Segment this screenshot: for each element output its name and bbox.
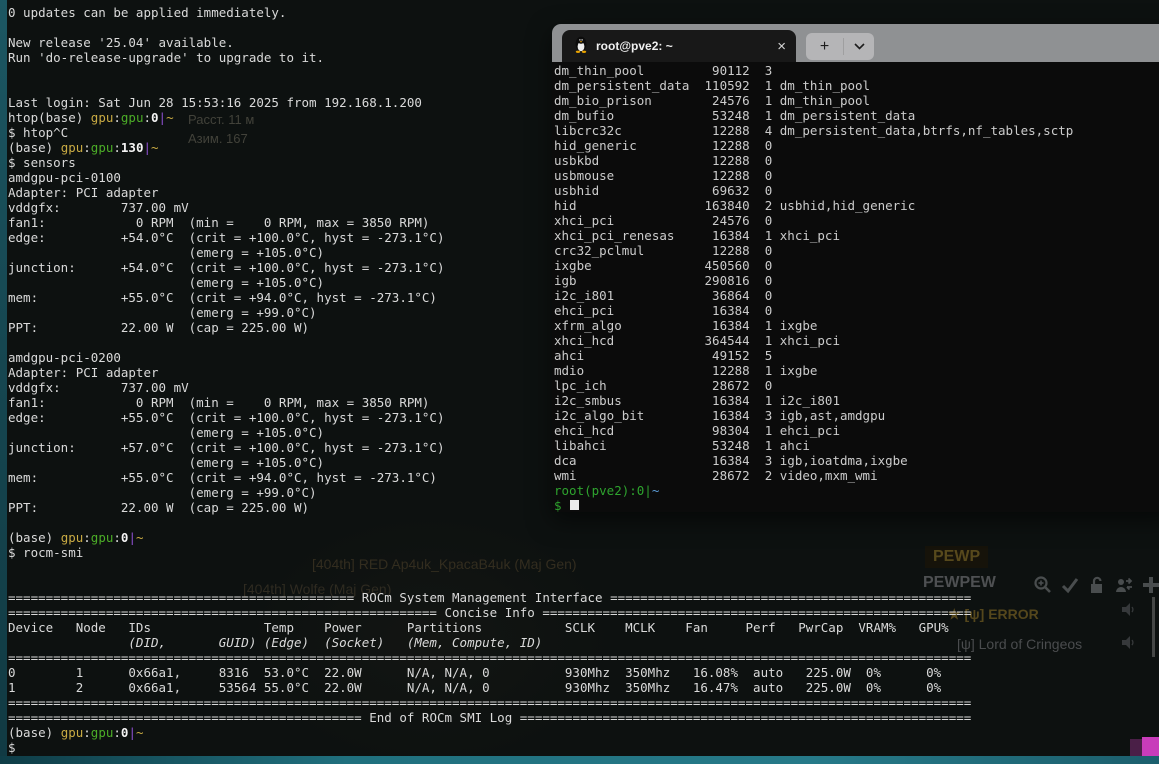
terminal-output-line: dm_bufio 53248 1 dm_persistent_data <box>554 108 916 123</box>
main-terminal-line: (base) gpu:gpu:0|~ <box>8 725 144 740</box>
screen: Расст. 11 м Азим. 167 [404th] RED Ap4uk_Kp… <box>0 0 1159 764</box>
close-icon[interactable]: × <box>777 39 786 54</box>
terminal-output-line: usbmouse 12288 0 <box>554 168 773 183</box>
terminal-output[interactable]: dm_thin_pool 90112 3 dm_persistent_data 1… <box>552 62 1159 513</box>
terminal-output-line: xhci_pci_renesas 16384 1 xhci_pci <box>554 228 840 243</box>
main-terminal-line: $ rocm-smi <box>8 545 84 560</box>
background-patch-dark <box>1130 739 1142 757</box>
main-terminal-line: 1 2 0x66a1, 53564 55.0°C 22.0W N/A, N/A,… <box>8 680 942 695</box>
terminal-output-line: $ <box>554 498 1159 513</box>
terminal-output-line: dca 16384 3 igb,ioatdma,ixgbe <box>554 453 908 468</box>
main-terminal-line: ========================================… <box>8 605 972 620</box>
terminal-output-line: hid 163840 2 usbhid,hid_generic <box>554 198 916 213</box>
new-tab-button[interactable]: + <box>806 38 843 55</box>
terminal-output-line: libcrc32c 12288 4 dm_persistent_data,btr… <box>554 123 1074 138</box>
terminal-output-line: igb 290816 0 <box>554 273 773 288</box>
main-terminal-line: ========================================… <box>8 695 972 710</box>
terminal-output-line: ehci_hcd 98304 1 ehci_pci <box>554 423 840 438</box>
main-terminal-line: ========================================… <box>8 650 972 665</box>
main-terminal-line: Device Node IDs Temp Power Partitions SC… <box>8 620 949 635</box>
tab-title: root@pve2: ~ <box>596 39 673 53</box>
main-terminal-line <box>8 560 1158 575</box>
terminal-output-line: usbhid 69632 0 <box>554 183 773 198</box>
terminal-output-line: xhci_hcd 364544 1 xhci_pci <box>554 333 840 348</box>
tab-dropdown-button[interactable] <box>844 43 874 50</box>
main-terminal-line: ========================================… <box>8 710 972 725</box>
terminal-window: root@pve2: ~ × + dm_thin_pool 90112 3 dm_… <box>552 24 1159 513</box>
terminal-output-line: ahci 49152 5 <box>554 348 773 363</box>
terminal-output-line: mdio 12288 1 ixgbe <box>554 363 818 378</box>
bottom-accent-bar <box>0 756 1159 764</box>
terminal-output-line: dm_persistent_data 110592 1 dm_thin_pool <box>554 78 871 93</box>
main-terminal-line: (base) gpu:gpu:0|~ <box>8 530 144 545</box>
tab-bar-buttons: + <box>806 33 874 60</box>
terminal-output-line: lpc_ich 28672 0 <box>554 378 773 393</box>
terminal-output-line: ixgbe 450560 0 <box>554 258 773 273</box>
terminal-output-line: crc32_pclmul 12288 0 <box>554 243 773 258</box>
main-terminal-line: 0 1 0x66a1, 8316 53.0°C 22.0W N/A, N/A, … <box>8 665 942 680</box>
terminal-output-line: dm_thin_pool 90112 3 <box>554 63 773 78</box>
terminal-output-line: wmi 28672 2 video,mxm_wmi <box>554 468 878 483</box>
terminal-output-line: i2c_i801 36864 0 <box>554 288 773 303</box>
main-terminal-line: 0 updates can be applied immediately. <box>8 5 287 20</box>
terminal-output-line: xfrm_algo 16384 1 ixgbe <box>554 318 818 333</box>
terminal-output-line: root(pve2):0|~ <box>554 483 660 498</box>
background-patch-magenta <box>1142 737 1159 757</box>
terminal-output-line: hid_generic 12288 0 <box>554 138 773 153</box>
terminal-output-line: usbkbd 12288 0 <box>554 153 773 168</box>
main-terminal-line <box>8 575 1158 590</box>
main-terminal-line <box>8 515 1158 530</box>
tux-icon <box>574 36 588 57</box>
main-terminal-line: $ <box>8 740 16 755</box>
titlebar[interactable]: root@pve2: ~ × + <box>552 24 1159 62</box>
terminal-output-line: libahci 53248 1 ahci <box>554 438 810 453</box>
terminal-output-line: xhci_pci 24576 0 <box>554 213 773 228</box>
terminal-output-line: dm_bio_prison 24576 1 dm_thin_pool <box>554 93 871 108</box>
terminal-output-line: i2c_smbus 16384 1 i2c_i801 <box>554 393 840 408</box>
left-accent-bar <box>0 0 7 764</box>
main-terminal-line: ========================================… <box>8 590 972 605</box>
terminal-output-line: i2c_algo_bit 16384 3 igb,ast,amdgpu <box>554 408 886 423</box>
text-cursor <box>570 500 580 510</box>
terminal-output-line: ehci_pci 16384 0 <box>554 303 773 318</box>
terminal-tab[interactable]: root@pve2: ~ × <box>562 30 796 62</box>
main-terminal-line: (DID, GUID) (Edge) (Socket) (Mem, Comput… <box>8 635 543 650</box>
